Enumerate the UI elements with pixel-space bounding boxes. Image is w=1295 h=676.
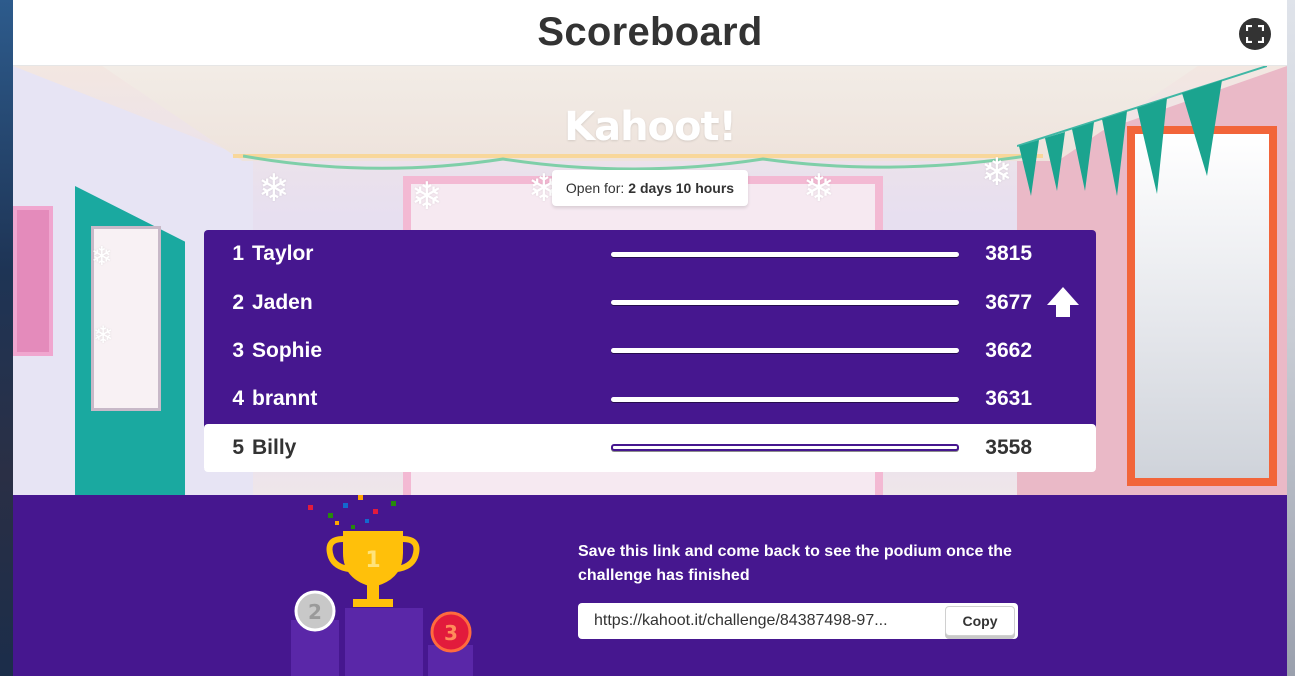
fullscreen-button[interactable] [1239,18,1271,50]
kahoot-logo: Kahoot! [564,104,737,150]
save-link-message: Save this link and come back to see the … [578,543,1012,584]
rank: 1 [232,242,244,266]
podium-first-label: 1 [365,548,380,573]
player-name: Jaden [252,290,313,314]
challenge-link-box: https://kahoot.it/challenge/84387498-97.… [578,603,1018,639]
player-name: Taylor [252,242,314,266]
open-for-label: Open for: [565,180,625,196]
leaderboard-row: 2 Jaden 3677 [204,278,1096,326]
page-title: Scoreboard [537,10,763,54]
rank: 4 [232,387,244,411]
score-bar [611,251,959,257]
open-for-badge: Open for: 2 days 10 hours [552,170,748,206]
open-for-value: 2 days 10 hours [628,180,735,196]
snowflake-icon: ❄ [258,168,290,210]
desktop-background-left [0,0,13,676]
score: 3558 [985,435,1032,459]
snowflake-icon: ❄ [91,241,113,271]
player-name: brannt [252,387,318,411]
rank: 3 [232,338,244,362]
score-bar [611,444,959,452]
scoreboard-window: Scoreboard ❄ ❄ ❄ ❄ ❄ ❄ ❄ Kahoot! Open fo… [13,0,1287,676]
snowflake-icon: ❄ [93,322,114,349]
copy-button[interactable]: Copy [945,606,1015,636]
snowflake-icon: ❄ [981,152,1013,194]
scene-picture-left [13,206,53,356]
score: 3677 [985,290,1032,314]
background-scene: ❄ ❄ ❄ ❄ ❄ ❄ ❄ Kahoot! Open for: 2 days 1… [13,66,1287,495]
desktop-background-right [1287,0,1295,676]
snowflake-icon: ❄ [803,168,835,210]
leaderboard-row: 1 Taylor 3815 [204,230,1096,278]
leaderboard: 1 Taylor 3815 2 Jaden 3677 3 Sophie 3662 [204,230,1096,472]
score-bar [611,300,959,306]
player-name: Billy [252,435,297,459]
header-bar: Scoreboard [13,0,1287,66]
podium-second-label: 2 [308,600,322,624]
up-arrow-icon [1047,287,1079,318]
leaderboard-row: 4 brannt 3631 [204,375,1096,423]
fullscreen-icon [1246,25,1264,43]
score: 3662 [985,338,1032,362]
rank: 2 [232,290,244,314]
snowflake-icon: ❄ [411,176,443,218]
rank: 5 [232,435,244,459]
challenge-link-field[interactable]: https://kahoot.it/challenge/84387498-97.… [578,612,945,630]
player-name: Sophie [252,338,323,362]
score-bar [611,396,959,402]
leaderboard-row: 3 Sophie 3662 [204,327,1096,375]
podium-illustration: 1 2 3 [291,495,473,676]
leaderboard-row-current-player: 5 Billy 3558 [204,423,1096,472]
score-bar [611,348,959,354]
podium-third-label: 3 [444,621,458,645]
score: 3631 [985,387,1032,411]
score: 3815 [985,242,1032,266]
podium-section: 1 2 3 Save this link and come back to se… [13,495,1287,676]
